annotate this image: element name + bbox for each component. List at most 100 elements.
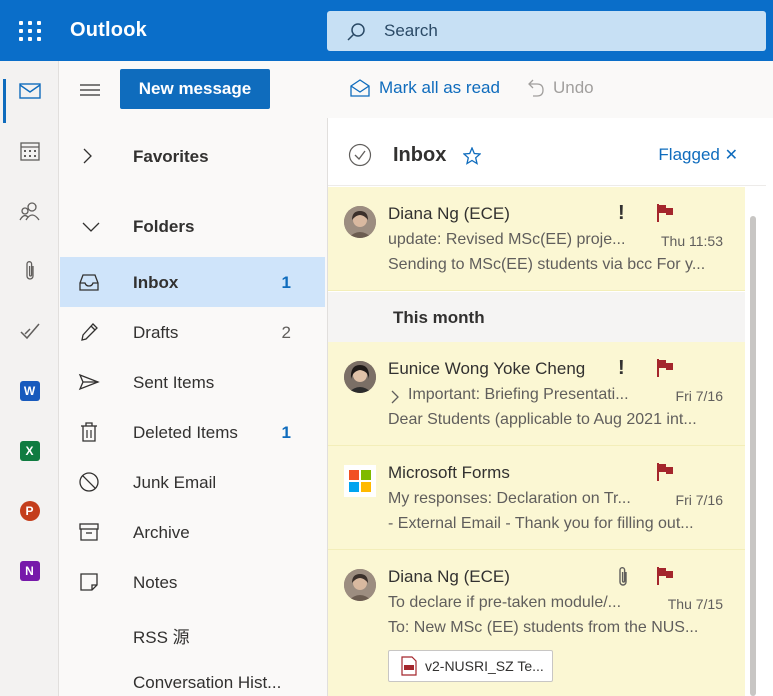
folder-item-drafts[interactable]: Drafts 2 bbox=[60, 307, 325, 357]
hamburger-icon[interactable] bbox=[80, 83, 100, 97]
folder-item-sent[interactable]: Sent Items bbox=[60, 357, 325, 407]
powerpoint-icon[interactable]: P bbox=[0, 491, 59, 531]
folder-name: Conversation Hist... bbox=[133, 673, 282, 692]
onenote-icon[interactable]: N bbox=[0, 551, 59, 591]
favorites-label: Favorites bbox=[133, 147, 209, 166]
filter-flagged[interactable]: Flagged ✕ bbox=[658, 145, 738, 165]
message-preview: Dear Students (applicable to Aug 2021 in… bbox=[388, 411, 697, 428]
folder-name: Sent Items bbox=[133, 373, 215, 392]
app-title[interactable]: Outlook bbox=[70, 19, 147, 42]
excel-icon[interactable]: X bbox=[0, 431, 59, 471]
star-icon[interactable] bbox=[463, 147, 481, 165]
folder-item-junk[interactable]: Junk Email bbox=[60, 457, 325, 507]
flag-icon[interactable] bbox=[656, 566, 674, 586]
message-preview: - External Email - Thank you for filling… bbox=[388, 515, 694, 532]
flag-icon[interactable] bbox=[656, 203, 674, 223]
message-item[interactable]: Eunice Wong Yoke Cheng ! Important: Brie… bbox=[328, 342, 745, 446]
message-item[interactable]: Diana Ng (ECE) ! update: Revised MSc(EE)… bbox=[328, 187, 745, 291]
sender-name: Diana Ng (ECE) bbox=[388, 567, 510, 586]
message-time: Thu 7/15 bbox=[667, 596, 723, 612]
folder-name: Drafts bbox=[133, 323, 179, 342]
microsoft-logo-icon bbox=[344, 465, 376, 497]
important-icon: ! bbox=[618, 202, 625, 224]
word-icon[interactable]: W bbox=[0, 371, 59, 411]
undo-button[interactable]: Undo bbox=[527, 78, 594, 98]
folder-pane: New message Favorites Folders Inbox 1 Dr… bbox=[60, 61, 327, 696]
note-icon bbox=[80, 573, 98, 591]
people-icon[interactable] bbox=[0, 191, 59, 231]
folder-item-conversation-history[interactable]: Conversation Hist... bbox=[60, 657, 325, 696]
list-title: Inbox bbox=[393, 144, 447, 166]
command-bar: Mark all as read Undo bbox=[327, 61, 773, 118]
top-bar: Outlook Search bbox=[0, 0, 773, 61]
scrollbar[interactable] bbox=[748, 188, 758, 696]
folder-name: Deleted Items bbox=[133, 423, 238, 442]
attachment-icon[interactable] bbox=[0, 251, 59, 291]
folder-name: Junk Email bbox=[133, 473, 217, 492]
avatar bbox=[344, 361, 376, 393]
folder-item-notes[interactable]: Notes bbox=[60, 557, 325, 607]
folders-section[interactable]: Folders bbox=[60, 201, 327, 251]
flag-icon[interactable] bbox=[656, 358, 674, 378]
new-message-button[interactable]: New message bbox=[120, 69, 270, 109]
message-item[interactable]: Diana Ng (ECE) To declare if pre-taken m… bbox=[328, 550, 745, 696]
search-icon bbox=[347, 23, 365, 41]
message-subject: Important: Briefing Presentati... bbox=[408, 386, 629, 403]
flag-icon[interactable] bbox=[656, 462, 674, 482]
todo-icon[interactable] bbox=[0, 311, 59, 351]
pdf-file-icon bbox=[401, 656, 417, 676]
mark-all-read-button[interactable]: Mark all as read bbox=[349, 78, 500, 98]
message-subject: To declare if pre-taken module/... bbox=[388, 594, 622, 611]
avatar bbox=[344, 569, 376, 601]
undo-label: Undo bbox=[553, 78, 594, 97]
undo-icon bbox=[528, 79, 544, 97]
message-subject: My responses: Declaration on Tr... bbox=[388, 490, 631, 507]
folders-label: Folders bbox=[133, 217, 195, 236]
unread-count: 1 bbox=[281, 423, 291, 442]
folder-item-rss[interactable]: RSS 源 bbox=[60, 607, 325, 657]
sender-name: Eunice Wong Yoke Cheng bbox=[388, 359, 586, 378]
folder-name: RSS 源 bbox=[133, 628, 190, 647]
attachment-name: v2-NUSRI_SZ Te... bbox=[425, 658, 544, 674]
message-item[interactable]: Microsoft Forms My responses: Declaratio… bbox=[328, 446, 745, 550]
folder-name: Archive bbox=[133, 523, 190, 542]
select-all-icon[interactable] bbox=[348, 143, 372, 167]
folder-item-archive[interactable]: Archive bbox=[60, 507, 325, 557]
message-preview: Sending to MSc(EE) students via bcc For … bbox=[388, 256, 706, 273]
message-time: Fri 7/16 bbox=[675, 492, 723, 508]
sender-name: Diana Ng (ECE) bbox=[388, 204, 510, 223]
calendar-icon[interactable] bbox=[0, 131, 59, 171]
search-box[interactable]: Search bbox=[327, 11, 766, 51]
mark-all-read-label: Mark all as read bbox=[379, 78, 500, 97]
inbox-icon bbox=[79, 274, 99, 291]
item-count: 2 bbox=[281, 323, 291, 342]
important-icon: ! bbox=[618, 357, 625, 379]
folder-item-inbox[interactable]: Inbox 1 bbox=[60, 257, 325, 307]
close-icon[interactable]: ✕ bbox=[725, 147, 738, 164]
chevron-right-icon[interactable] bbox=[390, 390, 400, 404]
search-input[interactable]: Search bbox=[384, 21, 438, 41]
message-preview: To: New MSc (EE) students from the NUS..… bbox=[388, 619, 699, 636]
message-subject: update: Revised MSc(EE) proje... bbox=[388, 231, 626, 248]
archive-icon bbox=[79, 523, 99, 541]
chevron-right-icon bbox=[83, 148, 92, 164]
list-header: Inbox Flagged ✕ bbox=[328, 118, 766, 186]
app-rail: W X P N bbox=[0, 61, 59, 696]
sender-name: Microsoft Forms bbox=[388, 463, 510, 482]
avatar bbox=[344, 206, 376, 238]
folder-item-deleted[interactable]: Deleted Items 1 bbox=[60, 407, 325, 457]
folder-name: Inbox bbox=[133, 273, 179, 292]
group-header: This month bbox=[328, 292, 745, 342]
attachment-chip[interactable]: v2-NUSRI_SZ Te... bbox=[388, 650, 553, 682]
message-time: Fri 7/16 bbox=[675, 388, 723, 404]
pencil-icon bbox=[81, 323, 98, 341]
trash-icon bbox=[81, 422, 97, 442]
folder-name: Notes bbox=[133, 573, 178, 592]
group-label: This month bbox=[393, 308, 485, 327]
message-list: Inbox Flagged ✕ Diana Ng (ECE) ! update:… bbox=[327, 118, 773, 696]
app-launcher-icon[interactable] bbox=[14, 16, 44, 46]
envelope-open-icon bbox=[350, 79, 370, 97]
unread-count: 1 bbox=[281, 273, 291, 292]
mail-icon[interactable] bbox=[0, 71, 59, 123]
favorites-section[interactable]: Favorites bbox=[60, 131, 327, 181]
